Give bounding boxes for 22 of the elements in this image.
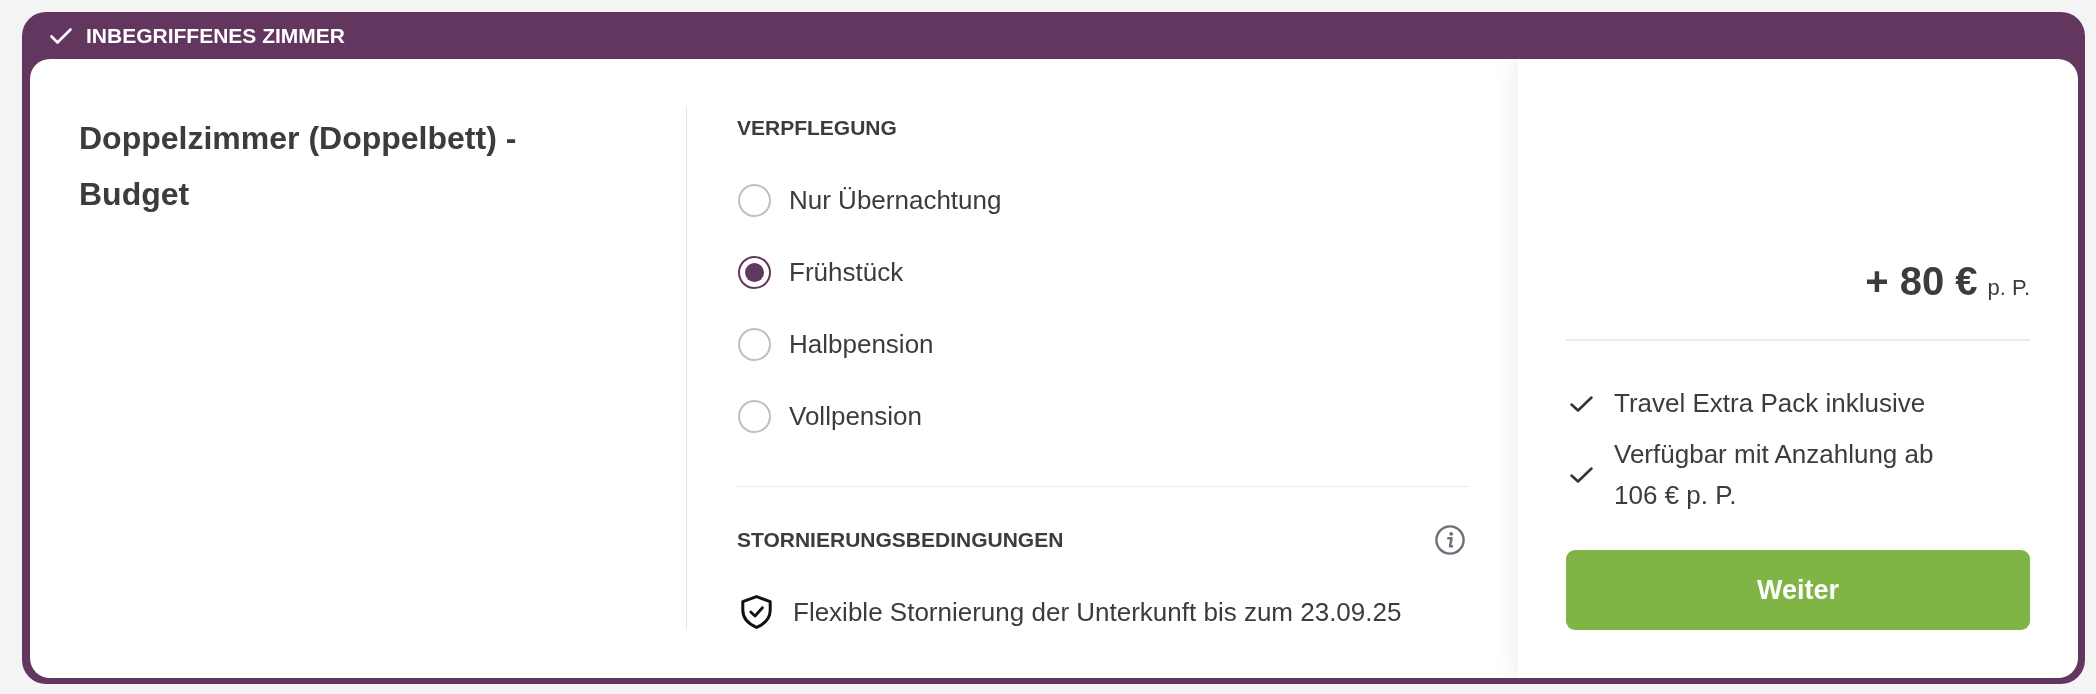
radio-button[interactable] bbox=[738, 183, 771, 217]
radio-button[interactable] bbox=[738, 255, 771, 289]
option-label[interactable]: Nur Übernachtung bbox=[789, 184, 1002, 216]
shield-check-icon bbox=[741, 595, 772, 629]
banner-label: INBEGRIFFENES ZIMMER bbox=[86, 23, 345, 48]
option-label[interactable]: Halbpension bbox=[789, 328, 934, 360]
price-unit: p. P. bbox=[1987, 275, 2030, 301]
feature-text: Travel Extra Pack inklusive bbox=[1614, 387, 1926, 420]
radio-button[interactable] bbox=[738, 399, 771, 433]
feature-text: Verfügbar mit Anzahlung ab 106 € p. P. bbox=[1614, 438, 1935, 512]
cancellation-policy: Flexible Stornierung der Unterkunft bis zum 23.09.25 bbox=[793, 596, 1402, 628]
option-label[interactable]: Vollpension bbox=[789, 400, 922, 432]
check-icon bbox=[1570, 467, 1593, 483]
price-amount: + 80 € bbox=[1865, 258, 1978, 305]
info-icon[interactable] bbox=[1435, 525, 1465, 555]
option-label[interactable]: Frühstück bbox=[789, 256, 904, 288]
check-icon bbox=[1570, 395, 1593, 412]
section-heading: VERPFLEGUNG bbox=[737, 116, 898, 140]
section-heading: STORNIERUNGSBEDINGUNGEN bbox=[737, 528, 1064, 552]
room-name: Doppelzimmer (Doppelbett) - Budget bbox=[79, 119, 518, 214]
radio-button[interactable] bbox=[738, 327, 771, 361]
check-icon bbox=[50, 27, 72, 44]
